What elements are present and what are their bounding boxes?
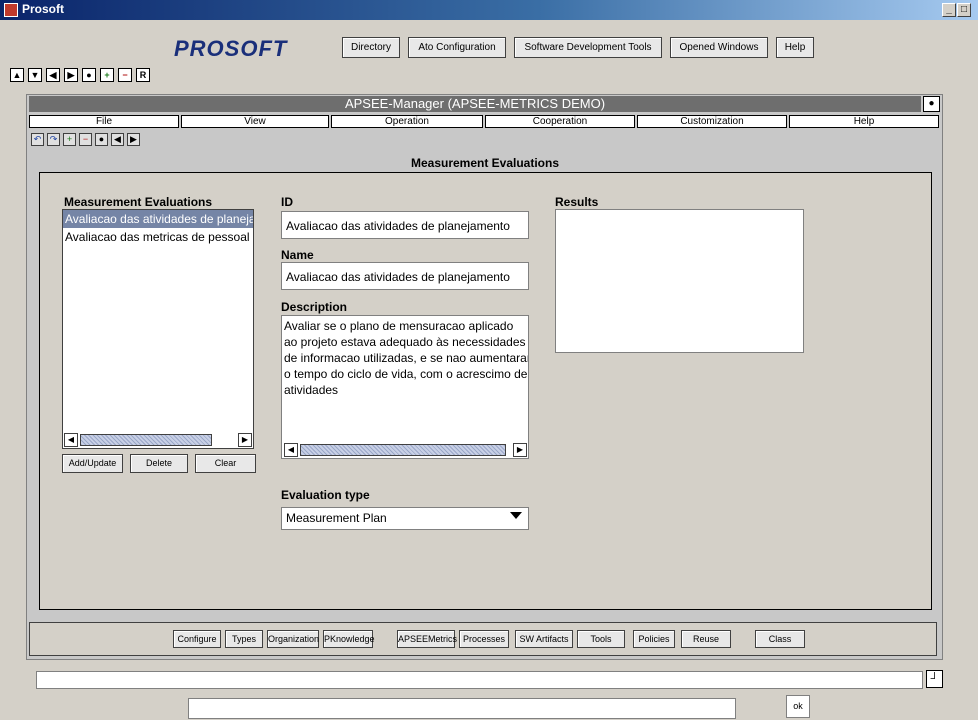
list-scrollbar-thumb[interactable]	[80, 434, 212, 446]
software-development-tools-button[interactable]: Software Development Tools	[514, 37, 662, 58]
help-button[interactable]: Help	[776, 37, 814, 58]
results-label: Results	[555, 195, 599, 209]
prosoft-logo: PROSOFT	[174, 36, 288, 61]
add-icon[interactable]: +	[63, 133, 76, 146]
evaluations-list-label: Measurement Evaluations	[64, 195, 213, 209]
evaluation-type-label: Evaluation type	[281, 488, 370, 502]
app-icon	[4, 3, 18, 17]
maximize-button[interactable]: □	[957, 3, 971, 17]
minus-icon[interactable]: −	[118, 68, 132, 82]
status-field[interactable]	[36, 671, 923, 689]
reuse-button[interactable]: Reuse	[681, 630, 731, 648]
undo-icon[interactable]: ↶	[31, 133, 44, 146]
scroll-right-icon[interactable]: ▶	[238, 433, 252, 447]
down-arrow-icon[interactable]: ▼	[28, 68, 42, 82]
remove-icon[interactable]: −	[79, 133, 92, 146]
chevron-down-icon[interactable]	[510, 512, 522, 519]
menu-help[interactable]: Help	[789, 115, 939, 128]
window-title: Prosoft	[22, 2, 64, 16]
menu-file[interactable]: File	[29, 115, 179, 128]
menu-view[interactable]: View	[181, 115, 329, 128]
inner-window-dot-icon[interactable]: ●	[923, 96, 940, 112]
resize-icon[interactable]: ┘	[926, 670, 943, 688]
redo-icon[interactable]: ↷	[47, 133, 60, 146]
opened-windows-button[interactable]: Opened Windows	[670, 37, 768, 58]
policies-button[interactable]: Policies	[633, 630, 675, 648]
description-text: Avaliar se o plano de mensuracao aplicad…	[284, 319, 528, 397]
pknowledge-button[interactable]: PKnowledge	[323, 630, 375, 648]
menu-customization[interactable]: Customization	[637, 115, 787, 128]
list-item[interactable]: Avaliacao das atividades de planejamento	[63, 210, 253, 228]
left-arrow-icon[interactable]: ◀	[46, 68, 60, 82]
configure-button[interactable]: Configure	[173, 630, 221, 648]
right-arrow-icon[interactable]: ▶	[64, 68, 78, 82]
ato-configuration-button[interactable]: Ato Configuration	[408, 37, 506, 58]
command-input[interactable]	[188, 698, 736, 719]
results-area[interactable]	[555, 209, 804, 353]
evaluation-type-select[interactable]: Measurement Plan	[281, 507, 529, 530]
dot-icon[interactable]: ●	[95, 133, 108, 146]
dot-icon[interactable]: ●	[82, 68, 96, 82]
evaluations-list[interactable]: Avaliacao das atividades de planejamento…	[62, 209, 254, 449]
forward-icon[interactable]: ▶	[127, 133, 140, 146]
apseemetrics-button[interactable]: APSEEMetrics	[397, 630, 457, 648]
scroll-right-icon[interactable]: ▶	[513, 443, 527, 457]
id-field[interactable]: Avaliacao das atividades de planejamento	[281, 211, 529, 239]
delete-button[interactable]: Delete	[130, 454, 188, 473]
minimize-button[interactable]: _	[942, 3, 956, 17]
description-label: Description	[281, 300, 348, 314]
up-arrow-icon[interactable]: ▲	[10, 68, 24, 82]
ok-button[interactable]: ok	[786, 695, 810, 718]
clear-button[interactable]: Clear	[195, 454, 256, 473]
class-button[interactable]: Class	[755, 630, 805, 648]
add-update-button[interactable]: Add/Update	[62, 454, 123, 473]
sw-artifacts-button[interactable]: SW Artifacts	[515, 630, 573, 648]
name-field[interactable]: Avaliacao das atividades de planejamento	[281, 262, 529, 290]
id-label: ID	[281, 195, 293, 209]
scroll-left-icon[interactable]: ◀	[64, 433, 78, 447]
tools-button[interactable]: Tools	[577, 630, 625, 648]
description-scrollbar-thumb[interactable]	[300, 444, 506, 456]
r-icon[interactable]: R	[136, 68, 150, 82]
scroll-left-icon[interactable]: ◀	[284, 443, 298, 457]
list-item[interactable]: Avaliacao das metricas de pessoal	[63, 228, 253, 246]
processes-button[interactable]: Processes	[459, 630, 509, 648]
menu-cooperation[interactable]: Cooperation	[485, 115, 635, 128]
organization-button[interactable]: Organization	[267, 630, 319, 648]
types-button[interactable]: Types	[225, 630, 263, 648]
inner-window-title: APSEE-Manager (APSEE-METRICS DEMO)	[29, 96, 921, 112]
title-bar	[0, 0, 978, 20]
plus-icon[interactable]: +	[100, 68, 114, 82]
directory-button[interactable]: Directory	[342, 37, 400, 58]
panel-title: Measurement Evaluations	[410, 156, 560, 170]
name-label: Name	[281, 248, 314, 262]
menu-operation[interactable]: Operation	[331, 115, 483, 128]
back-icon[interactable]: ◀	[111, 133, 124, 146]
